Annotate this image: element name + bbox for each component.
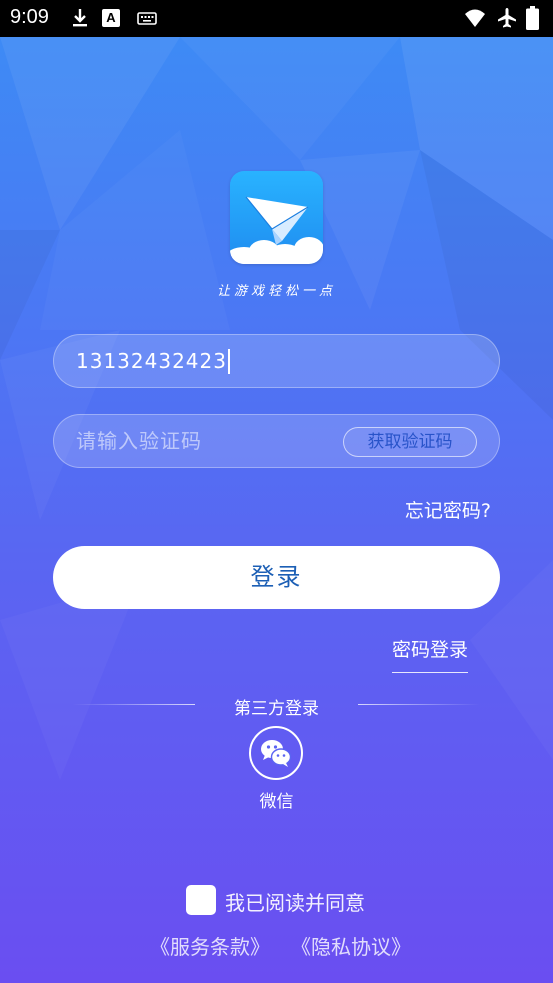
text-cursor — [228, 349, 230, 374]
keyboard-icon — [137, 12, 157, 25]
status-bar: 9:09 A — [0, 0, 553, 37]
privacy-policy-link[interactable]: 《隐私协议》 — [291, 931, 411, 960]
login-button[interactable]: 登录 — [53, 546, 500, 609]
verification-code-input[interactable] — [76, 415, 336, 467]
agreement-checkbox[interactable] — [186, 885, 216, 915]
battery-icon — [526, 6, 539, 30]
background-facets — [0, 37, 553, 520]
font-a-icon: A — [102, 9, 120, 27]
get-code-button[interactable]: 获取验证码 — [343, 427, 477, 457]
agreement-text: 我已阅读并同意 — [225, 891, 365, 915]
download-icon — [73, 9, 87, 27]
password-login-link[interactable]: 密码登录 — [392, 635, 469, 673]
terms-of-service-link[interactable]: 《服务条款》 — [150, 931, 270, 960]
code-field-container: 获取验证码 — [53, 414, 500, 468]
phone-input[interactable] — [76, 335, 336, 387]
phone-field-container — [53, 334, 500, 388]
status-time: 9:09 — [10, 6, 49, 28]
airplane-mode-icon — [498, 8, 516, 28]
wechat-icon — [261, 740, 292, 767]
divider-right — [358, 704, 480, 705]
paper-plane-icon — [230, 196, 323, 264]
forgot-password-link[interactable]: 忘记密码? — [405, 496, 491, 523]
wechat-label: 微信 — [259, 792, 294, 812]
app-logo — [230, 171, 323, 264]
app-slogan: 让游戏轻松一点 — [216, 284, 336, 299]
wifi-icon — [465, 9, 485, 27]
wechat-login-button[interactable] — [249, 726, 303, 780]
third-party-title: 第三方登录 — [234, 699, 319, 719]
